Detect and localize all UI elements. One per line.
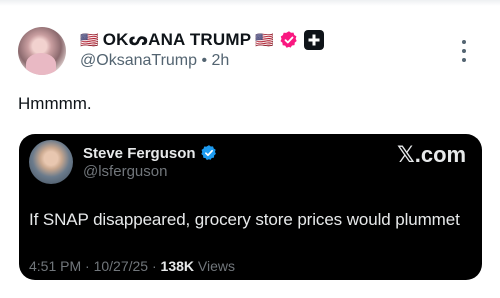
quoted-name-row[interactable]: Steve Ferguson [83,144,218,162]
quoted-meta: 4:51 PM · 10/27/25 · 138K Views [29,258,235,274]
avatar[interactable] [18,27,66,75]
quoted-timestamp: 4:51 PM · 10/27/25 · [29,258,161,274]
top-edge [0,0,500,6]
quoted-display-name[interactable]: Steve Ferguson [83,145,196,162]
author-handle-row[interactable]: @OksanaTrump • 2h [80,52,229,70]
post-text: Hmmmm. [18,94,92,113]
quoted-avatar[interactable] [29,140,73,184]
views-count: 138K [160,258,194,274]
more-options-icon[interactable] [459,40,469,62]
verified-badge-icon [200,145,216,160]
views-label: Views [194,258,235,274]
author-name-row[interactable]: 🇺🇸 OKᔕANA TRUMP 🇺🇸 [80,29,324,51]
us-flag-icon: 🇺🇸 [255,30,274,49]
us-flag-icon: 🇺🇸 [80,30,99,49]
display-name[interactable]: OKᔕANA TRUMP [103,30,252,50]
post-time[interactable]: 2h [212,52,230,69]
quoted-post-card[interactable]: Steve Ferguson @lsferguson 𝕏.com If SNAP… [19,134,482,280]
quoted-handle[interactable]: @lsferguson [83,163,167,180]
subscriber-badge-icon [303,30,324,50]
meta-separator: • [197,52,212,69]
author-handle[interactable]: @OksanaTrump [80,52,197,69]
verified-badge-icon[interactable] [279,30,299,50]
x-logo-brand: 𝕏.com [397,142,467,167]
quoted-text: If SNAP disappeared, grocery store price… [29,210,460,229]
